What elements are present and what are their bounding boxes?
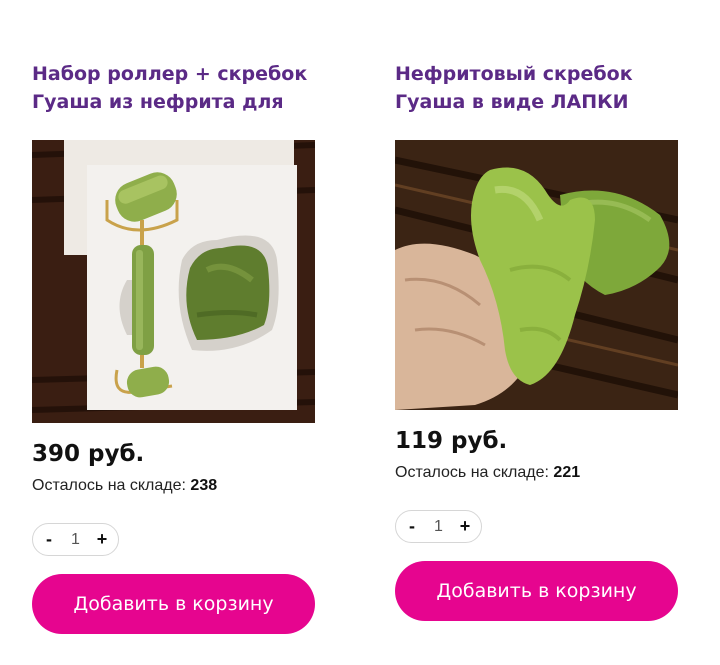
decrement-button[interactable]: - [42,529,56,550]
stock-label: Осталось на складе: [32,477,186,494]
quantity-value[interactable]: 1 [71,531,80,549]
increment-button[interactable]: + [458,516,472,537]
add-to-cart-button[interactable]: Добавить в корзину [32,574,315,634]
product-price: 390 руб. [32,441,145,467]
quantity-stepper: - 1 + [395,510,482,543]
product-image[interactable] [32,140,315,423]
quantity-stepper: - 1 + [32,523,119,556]
product-card: Набор роллер + скребок Гуаша из нефрита … [32,60,317,634]
increment-button[interactable]: + [95,529,109,550]
stock-value: 238 [190,477,218,494]
stock-info: Осталось на складе: 238 [32,477,317,495]
jade-roller-set-image [32,140,315,423]
product-image[interactable] [395,140,678,410]
product-title[interactable]: Нефритовый скребок Гуаша в виде ЛАПКИ [395,60,680,116]
stock-info: Осталось на складе: 221 [395,464,680,482]
product-title[interactable]: Набор роллер + скребок Гуаша из нефрита … [32,60,317,116]
product-card: Нефритовый скребок Гуаша в виде ЛАПКИ 11… [395,60,680,621]
stock-label: Осталось на складе: [395,464,549,481]
product-price: 119 руб. [395,428,508,454]
quantity-value[interactable]: 1 [434,518,443,536]
jade-paw-scraper-image [395,140,678,410]
add-to-cart-button[interactable]: Добавить в корзину [395,561,678,621]
stock-value: 221 [553,464,581,481]
decrement-button[interactable]: - [405,516,419,537]
